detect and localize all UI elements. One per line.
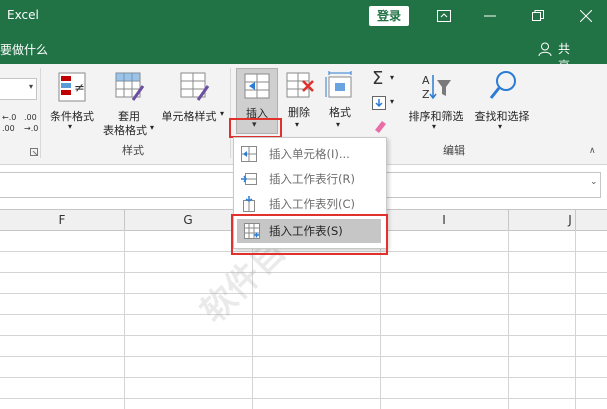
column-header-i[interactable]: I <box>380 210 508 230</box>
login-button[interactable]: 登录 <box>369 6 409 26</box>
increase-decimal-button[interactable]: ←.0 <box>2 113 16 122</box>
menu-item-insert-columns[interactable]: 插入工作表列(C) <box>234 192 386 216</box>
close-icon[interactable] <box>566 0 606 32</box>
menu-item-insert-cells[interactable]: 插入单元格(I)... <box>234 142 386 166</box>
chevron-down-icon: ▾ <box>336 120 341 129</box>
decrease-decimal-button[interactable]: .00 <box>24 113 37 122</box>
format-cells-icon <box>325 71 352 98</box>
title-bar: Excel 登录 <box>0 0 607 34</box>
svg-text:Z: Z <box>422 88 430 101</box>
tell-me-search[interactable]: 要做什么 <box>0 41 48 58</box>
insert-cells-icon <box>244 73 270 99</box>
person-icon <box>538 42 552 56</box>
chevron-down-icon: ▾ <box>498 122 503 131</box>
increase-decimal-sample: .00 <box>2 124 15 133</box>
expand-formula-bar-icon[interactable]: ⌄ <box>590 177 598 187</box>
svg-text:A: A <box>422 74 430 87</box>
editing-group-label: 编辑 <box>443 144 465 157</box>
insert-dropdown-arrow[interactable]: ▾ <box>252 120 257 130</box>
dialog-launcher-icon[interactable] <box>30 148 38 156</box>
delete-cells-icon <box>286 72 314 98</box>
delete-button[interactable]: 删除 ▾ <box>280 68 318 132</box>
chevron-down-icon: ▾ <box>295 120 300 129</box>
insert-columns-icon <box>243 196 255 212</box>
clear-button[interactable] <box>368 118 398 136</box>
conditional-format-button[interactable]: ≠ 条件格式 ▾ <box>46 68 98 138</box>
find-select-button[interactable]: 查找和选择 ▾ <box>470 68 534 138</box>
cell-styles-icon <box>180 72 210 101</box>
svg-text:≠: ≠ <box>74 81 85 96</box>
minimize-icon[interactable] <box>470 0 510 32</box>
sigma-icon: Σ <box>372 68 384 89</box>
autosum-button[interactable]: Σ ▾ <box>368 68 398 89</box>
ribbon-display-options-icon[interactable] <box>424 0 464 32</box>
eraser-icon <box>375 121 386 133</box>
chevron-down-icon: ▾ <box>390 97 395 106</box>
fill-button[interactable]: ▾ <box>368 94 398 112</box>
collapse-ribbon-icon[interactable]: ∧ <box>589 146 596 156</box>
sort-filter-icon: A Z <box>422 74 451 101</box>
chevron-down-icon: ▾ <box>68 122 73 131</box>
decrease-decimal-sample: →.0 <box>24 124 39 133</box>
column-header-f[interactable]: F <box>0 210 124 230</box>
app-title: Excel <box>7 8 39 22</box>
format-as-table-button[interactable]: 套用 表格格式 ▾ <box>100 68 158 138</box>
group-separator <box>230 68 231 158</box>
table-format-icon <box>115 72 145 101</box>
sort-filter-button[interactable]: A Z 排序和筛选 ▾ <box>404 68 468 138</box>
restore-icon[interactable] <box>518 0 558 32</box>
chevron-down-icon: ▾ <box>220 109 225 118</box>
group-separator <box>40 68 41 158</box>
column-header-j[interactable]: J <box>508 210 607 230</box>
chevron-down-icon: ▾ <box>150 123 155 132</box>
chevron-down-icon: ▾ <box>28 82 33 91</box>
chevron-down-icon: ▾ <box>390 73 395 82</box>
tell-me-bar: 要做什么 共享 <box>0 34 607 73</box>
number-format-dropdown[interactable]: ▾ <box>0 78 37 100</box>
cell-grid[interactable] <box>0 230 607 409</box>
chevron-down-icon: ▾ <box>432 122 437 131</box>
menu-item-insert-rows[interactable]: 插入工作表行(R) <box>234 167 386 191</box>
conditional-format-icon: ≠ <box>58 72 86 102</box>
insert-cells-icon <box>241 146 257 162</box>
styles-group-label: 样式 <box>122 144 144 157</box>
magnifier-icon <box>489 71 516 99</box>
fill-down-icon <box>372 96 386 110</box>
format-button[interactable]: 格式 ▾ <box>320 68 360 132</box>
insert-rows-icon <box>241 173 257 185</box>
insert-sheet-highlight <box>231 214 388 255</box>
cell-styles-button[interactable]: 单元格样式 ▾ <box>160 68 228 138</box>
